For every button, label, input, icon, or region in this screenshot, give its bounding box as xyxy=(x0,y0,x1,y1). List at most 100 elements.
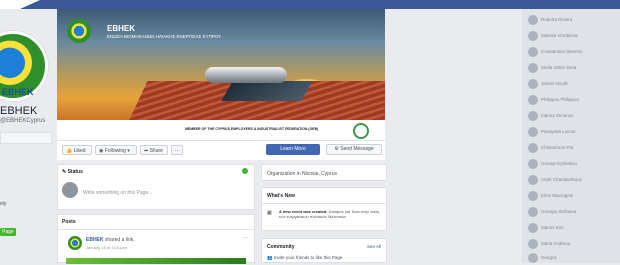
avatar xyxy=(528,143,538,153)
contact-name: Constantine Stevens xyxy=(541,49,583,54)
post-time[interactable]: January 15 at 10:51am xyxy=(86,245,127,250)
post-author-avatar[interactable] xyxy=(68,236,82,250)
chat-contact[interactable]: Andri Charalambous xyxy=(528,175,614,187)
contact-name: Marios Kos xyxy=(541,225,564,230)
avatar xyxy=(528,47,538,57)
status-composer: ✎ Status Write something on this Page... xyxy=(57,164,255,210)
liked-button[interactable]: 👍 Liked xyxy=(62,145,92,155)
contact-name: Eleni Mavrogeni xyxy=(541,193,574,198)
avatar xyxy=(528,239,538,249)
learn-more-button[interactable]: Learn More xyxy=(266,144,320,155)
thumbs-up-icon: 👍 xyxy=(66,148,73,154)
invite-text: Invite your friends to like this Page xyxy=(273,255,343,260)
pencil-icon: ✎ xyxy=(62,169,67,175)
avatar xyxy=(528,175,538,185)
avatar xyxy=(528,79,538,89)
liked-label: Liked xyxy=(73,148,86,154)
share-icon: ➦ xyxy=(144,148,149,154)
community-title: Community xyxy=(267,244,295,250)
people-icon: 👥 xyxy=(267,255,273,260)
create-page-button[interactable]: Page xyxy=(0,228,16,236)
avatar xyxy=(528,63,538,73)
chat-contact[interactable]: Marios Kos xyxy=(528,223,614,235)
avatar xyxy=(528,207,538,217)
avatar xyxy=(528,253,538,263)
member-banner: MEMBER OF THE CYPRUS EMPLOYERS & INDUSTR… xyxy=(57,120,385,140)
more-button[interactable]: ··· xyxy=(171,145,183,155)
chat-contact[interactable]: Sdenka Vorobieva xyxy=(528,31,614,43)
contact-name: James Nicolli xyxy=(541,81,568,86)
chat-contact[interactable]: Christoforos Pat xyxy=(528,143,614,155)
status-title: Status xyxy=(67,169,83,175)
contact-name: Stella Vittrie Zena xyxy=(541,65,577,70)
following-button[interactable]: ◉ Following ▾ xyxy=(95,145,137,155)
divider xyxy=(58,229,256,230)
following-label: Following xyxy=(104,148,126,154)
solar-panel xyxy=(221,81,313,101)
messenger-icon: ⚙ xyxy=(334,146,339,152)
avatar xyxy=(528,31,538,41)
avatar xyxy=(528,127,538,137)
about-location[interactable]: Organization in Nicosia, Cyprus xyxy=(267,171,337,177)
avatar xyxy=(528,15,538,25)
water-tank xyxy=(205,67,287,83)
page-handle[interactable]: @EBHEKCyprus xyxy=(0,118,45,124)
share-button[interactable]: ➦ Share xyxy=(140,145,168,155)
chat-contact[interactable]: Eleni Mavrogeni xyxy=(528,191,614,203)
page-title[interactable]: EBHEK xyxy=(0,105,37,117)
avatar xyxy=(528,159,538,169)
chat-contact[interactable]: Constantine Stevens xyxy=(528,47,614,59)
member-text: MEMBER OF THE CYPRUS EMPLOYERS & INDUSTR… xyxy=(185,127,319,131)
top-navigation-bar xyxy=(0,0,620,9)
contact-name: Christoforos Pat xyxy=(541,145,574,150)
avatar xyxy=(528,111,538,121)
chat-contact[interactable]: Georgia Stefanou xyxy=(528,207,614,219)
left-nav-box[interactable] xyxy=(0,132,52,144)
chat-sidebar: Roberta Riviera Sdenka Vorobieva Constan… xyxy=(522,9,620,263)
left-nav-link[interactable]: ely xyxy=(0,201,6,207)
contact-name: Maria Andreou xyxy=(541,241,571,246)
whats-new-title: What's New xyxy=(267,193,295,199)
contact-name: Andri Charalambous xyxy=(541,177,583,182)
avatar xyxy=(528,191,538,201)
chat-contact[interactable]: Maria Andreou xyxy=(528,239,614,251)
status-active-icon xyxy=(242,168,248,174)
chevron-down-icon: ▾ xyxy=(127,148,130,154)
posts-title: Posts xyxy=(62,219,76,225)
send-message-label: Send Message xyxy=(340,146,374,152)
cover-subtitle: ΕΝΩΣΗ ΒΙΟΜΗΧΑΝΩΝ ΗΛΙΑΚΗΣ ΕΝΕΡΓΕΙΑΣ ΚΥΠΡΟ… xyxy=(107,34,222,39)
send-message-button[interactable]: ⚙ Send Message xyxy=(326,144,382,155)
contact-name: Sdenka Vorobieva xyxy=(541,33,578,38)
post-options-icon[interactable]: ··· xyxy=(243,235,248,241)
chat-contact[interactable]: Stella Vittrie Zena xyxy=(528,63,614,75)
posts-section: Posts EBHEK shared a link. January 15 at… xyxy=(57,214,256,264)
whats-new-card: What's New ▦ A new event was created: Απ… xyxy=(261,187,388,231)
contact-name: Panayiota Loizou xyxy=(541,129,576,134)
chat-contact[interactable]: Panayiota Loizou xyxy=(528,127,614,139)
rss-icon: ◉ xyxy=(99,148,104,154)
avatar xyxy=(62,182,78,198)
about-card: Organization in Nicosia, Cyprus xyxy=(261,164,387,181)
chat-contact[interactable]: Philippos Philippou xyxy=(528,95,614,107)
status-input[interactable]: Write something on this Page... xyxy=(83,190,152,196)
see-all-link[interactable]: See All xyxy=(367,244,381,249)
avatar xyxy=(528,223,538,233)
chat-contact[interactable]: Roberta Riviera xyxy=(528,15,614,27)
chat-contact[interactable]: Ioanna Zenonos xyxy=(528,111,614,123)
contact-name: George Kyrkiakou xyxy=(541,161,578,166)
post-link-preview[interactable] xyxy=(66,258,246,264)
post-author[interactable]: EBHEK xyxy=(86,237,104,243)
post-header: EBHEK shared a link. xyxy=(86,237,135,243)
share-label: Share xyxy=(149,148,163,154)
avatar xyxy=(528,95,538,105)
invite-row[interactable]: 👥 Invite your friends to like this Page xyxy=(267,255,342,261)
chat-contact[interactable]: Giorgos xyxy=(528,253,614,265)
contact-name: Georgia Stefanou xyxy=(541,209,577,214)
divider xyxy=(262,203,388,204)
chat-contact[interactable]: George Kyrkiakou xyxy=(528,159,614,171)
logo-text: EBHEK xyxy=(2,87,34,97)
whats-new-item[interactable]: A new event was created: Απόψεις για Ταλ… xyxy=(279,209,383,219)
chat-contact[interactable]: James Nicolli xyxy=(528,79,614,91)
cover-photo[interactable]: EBHEK ΕΝΩΣΗ ΒΙΟΜΗΧΑΝΩΝ ΗΛΙΑΚΗΣ ΕΝΕΡΓΕΙΑΣ… xyxy=(57,9,385,120)
status-title-row[interactable]: ✎ Status xyxy=(62,169,83,175)
